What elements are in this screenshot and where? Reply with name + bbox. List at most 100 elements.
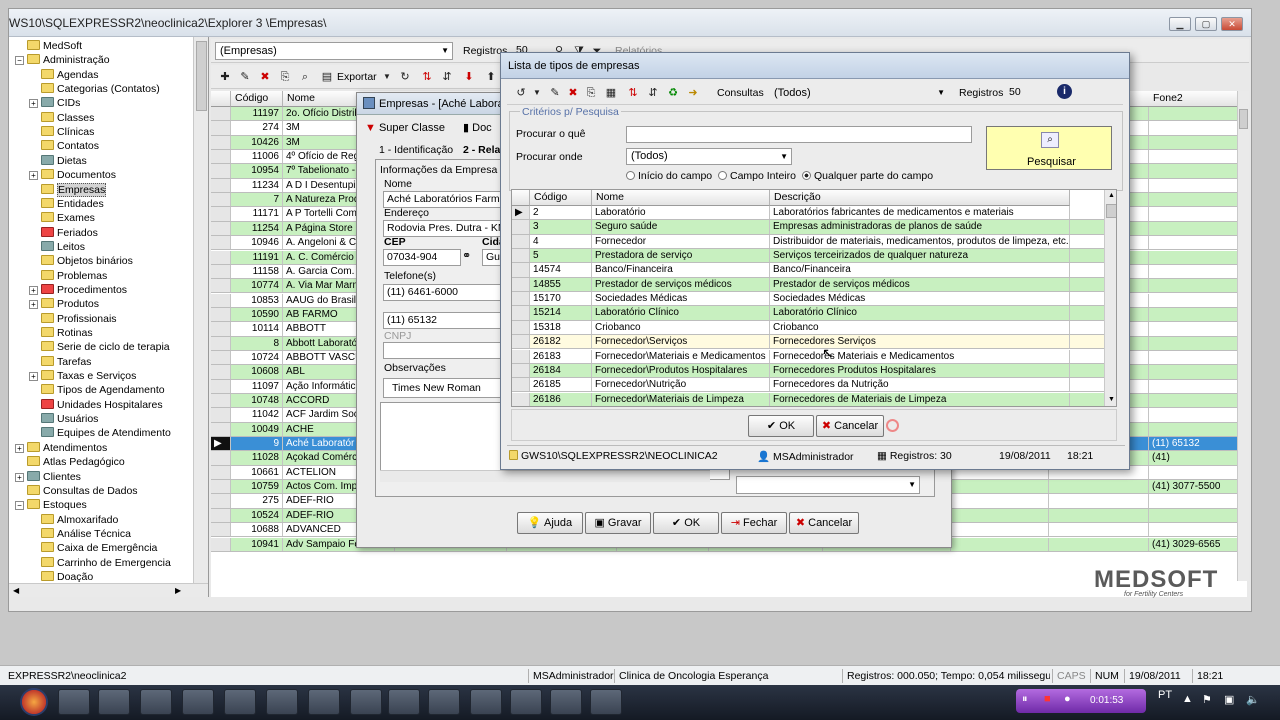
form-combo[interactable]: ▼ [736, 476, 920, 494]
list-item[interactable]: ▶ 2 Laboratório Laboratórios fabricantes de… [512, 206, 1104, 221]
taskbar-app2-icon[interactable] [182, 689, 214, 715]
copy-icon[interactable]: ⎘ [583, 85, 599, 101]
expand-toggle-icon[interactable]: + [29, 300, 38, 310]
nome-field[interactable]: Aché Laboratórios Farmacêuticos [383, 191, 503, 208]
mark-down-icon[interactable]: ⬇ [461, 69, 477, 85]
network-icon[interactable]: ▣ [1224, 693, 1234, 706]
tipos-header-descricao[interactable]: Descrição [770, 190, 1070, 206]
add-record-icon[interactable]: ✚ [217, 69, 233, 85]
super-classe-button[interactable]: ▼ Super Classe [365, 119, 445, 139]
grid-header-fone2[interactable]: Fone2 [1149, 91, 1239, 107]
expand-toggle-icon[interactable]: + [29, 285, 38, 295]
tree-item[interactable]: + CIDs [29, 96, 80, 110]
tab-identificacao[interactable]: 1 - Identificação [379, 144, 453, 156]
start-button-icon[interactable] [20, 688, 48, 716]
procurar-onde-combo[interactable]: (Todos) ▼ [626, 148, 792, 165]
sort-descending-icon[interactable]: ⇵ [439, 69, 455, 85]
list-item[interactable]: 15214 Laboratório Clínico Laboratório Clín… [512, 306, 1104, 321]
font-selector[interactable]: Times New Roman [383, 378, 507, 398]
tipos-scroll-thumb[interactable] [1106, 204, 1116, 218]
taskbar-app1-icon[interactable] [140, 689, 172, 715]
binoculars-icon[interactable]: ⚭ [462, 249, 471, 262]
sync-icon[interactable]: ♻ [665, 85, 681, 101]
dialog-ok-button[interactable]: ✔ OK [748, 415, 814, 437]
find-record-icon[interactable]: ⌕ [297, 69, 313, 85]
tree-vertical-scrollbar[interactable] [193, 37, 208, 583]
tree-item[interactable]: Almoxarifado [29, 513, 118, 527]
list-item[interactable]: 26183 Fornecedor\Materiais e Medicamentos… [512, 349, 1104, 364]
pause-icon[interactable]: ⏸ [1022, 693, 1028, 706]
edit-record-icon[interactable]: ✎ [237, 69, 253, 85]
tree-item[interactable]: Clínicas [29, 125, 94, 139]
tree-item[interactable]: Atlas Pedagógico [15, 455, 125, 469]
expand-toggle-icon[interactable]: + [29, 171, 38, 181]
tray-arrow-icon[interactable]: ▲ [1182, 693, 1193, 705]
dialog-cancelar-button[interactable]: ✖ Cancelar [816, 415, 884, 437]
tree-item[interactable]: Caixa de Emergência [29, 541, 157, 555]
refresh-icon[interactable]: ↻ [397, 69, 413, 85]
flag-icon[interactable]: ⚑ [1202, 693, 1212, 706]
tree-item[interactable]: MedSoft [15, 39, 82, 53]
taskbar-app6-icon[interactable] [350, 689, 382, 715]
scroll-up-icon[interactable]: ▲ [1108, 192, 1115, 199]
expand-toggle-icon[interactable]: + [15, 472, 24, 482]
info-icon[interactable]: i [1057, 84, 1072, 99]
tree-item[interactable]: + Documentos [29, 168, 116, 182]
expand-toggle-icon[interactable]: + [29, 99, 38, 109]
export-icon[interactable]: ➜ [685, 85, 701, 101]
print-icon[interactable]: ▤ [319, 69, 335, 85]
list-item[interactable]: 14855 Prestador de serviços médicos Presta… [512, 277, 1104, 293]
doc-button[interactable]: ▮ Doc [463, 119, 492, 139]
tipos-header-codigo[interactable]: Código [530, 190, 592, 206]
edit-icon[interactable]: ✎ [547, 85, 563, 101]
scroll-down-icon[interactable]: ▼ [1108, 396, 1115, 403]
dialog-registros-value[interactable]: 50 [1009, 86, 1021, 98]
volume-icon[interactable]: 🔈 [1246, 693, 1260, 706]
cep-field[interactable]: 07034-904 [383, 249, 461, 266]
taskbar-explorer-icon[interactable] [58, 689, 90, 715]
tree-item[interactable]: Rotinas [29, 326, 93, 340]
grid-header-codigo[interactable]: Código [231, 91, 283, 107]
taskbar-app8-icon[interactable] [428, 689, 460, 715]
table-icon[interactable]: ▦ [603, 85, 619, 101]
list-item[interactable]: 4 Fornecedor Distribuidor de materiais, me… [512, 234, 1104, 249]
tree-item[interactable]: − Estoques [15, 498, 87, 512]
taskbar-app12-icon[interactable] [590, 689, 622, 715]
list-item[interactable]: 15170 Sociedades Médicas Sociedades Médica… [512, 292, 1104, 307]
expand-toggle-icon[interactable]: + [29, 372, 38, 382]
sort-ascending-icon[interactable]: ⇅ [419, 69, 435, 85]
tree-horizontal-scrollbar[interactable]: ◀ ▶ [9, 583, 208, 597]
copy-record-icon[interactable]: ⎘ [277, 69, 293, 85]
delete-icon[interactable]: ✖ [565, 85, 581, 101]
obs-horizontal-scrollbar[interactable] [380, 470, 710, 482]
grid-vertical-scrollbar[interactable] [1237, 91, 1249, 581]
recorder-widget[interactable]: ⏸ ■ ● 0:01:53 [1016, 689, 1146, 713]
tipos-header-nome[interactable]: Nome [592, 190, 770, 206]
minimize-button[interactable]: ▁ [1169, 17, 1191, 31]
tree-item[interactable]: Análise Técnica [29, 527, 131, 541]
list-item[interactable]: 26182 Fornecedor\Serviços Fornecedores Ser… [512, 335, 1104, 350]
stop-icon[interactable]: ■ [1044, 693, 1051, 705]
taskbar-app7-icon[interactable] [388, 689, 420, 715]
language-indicator[interactable]: PT [1158, 689, 1172, 701]
tree-item[interactable]: Exames [29, 211, 95, 225]
list-item[interactable]: 5 Prestadora de serviço Serviços terceiriz… [512, 249, 1104, 264]
tree-item[interactable]: + Produtos [29, 297, 99, 311]
taskbar-app9-icon[interactable] [470, 689, 502, 715]
tree-item[interactable]: Usuários [29, 412, 98, 426]
list-item[interactable]: 15318 Criobanco Criobanco [512, 320, 1104, 336]
refresh-dropdown-icon[interactable]: ▼ [529, 85, 545, 101]
list-item[interactable]: 26184 Fornecedor\Produtos Hospitalares For… [512, 363, 1104, 379]
export-dropdown-icon[interactable]: ▼ [379, 69, 395, 85]
taskbar-app3-icon[interactable] [224, 689, 256, 715]
tree-item[interactable]: + Atendimentos [15, 441, 107, 455]
list-item[interactable]: 26185 Fornecedor\Nutrição Fornecedores da … [512, 378, 1104, 393]
telefone2-field[interactable]: (11) 65132 [383, 312, 503, 329]
scroll-left-icon[interactable]: ◀ [13, 586, 19, 595]
list-item[interactable]: 3 Seguro saúde Empresas administradoras de… [512, 220, 1104, 235]
expand-toggle-icon[interactable]: + [15, 443, 24, 453]
telefone-field[interactable]: (11) 6461-6000 [383, 284, 503, 301]
tipos-vertical-scrollbar[interactable]: ▲ ▼ [1104, 190, 1116, 406]
refresh-icon[interactable]: ↺ [513, 85, 529, 101]
tree-item[interactable]: Feriados [29, 226, 98, 240]
